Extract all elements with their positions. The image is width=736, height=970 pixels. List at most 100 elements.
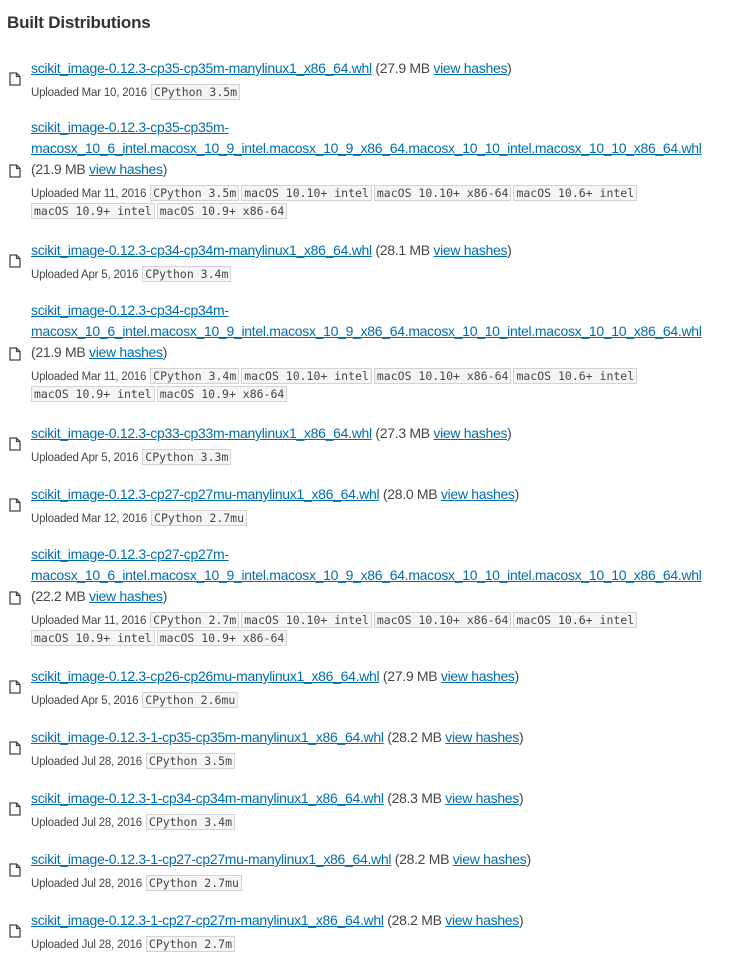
upload-meta: Uploaded Jul 28, 2016 CPython 3.5m (31, 753, 726, 771)
file-size: (27.9 MB (375, 60, 430, 76)
platform-tag: macOS 10.9+ x86-64 (156, 630, 288, 646)
platform-tag: macOS 10.9+ intel (31, 386, 155, 402)
uploaded-date: Uploaded Mar 10, 2016 (31, 87, 148, 99)
file-link[interactable]: scikit_image-0.12.3-cp34-cp34m-manylinux… (31, 242, 372, 258)
file-entry: scikit_image-0.12.3-cp27-cp27mu-manylinu… (0, 484, 736, 528)
platform-tag: macOS 10.6+ intel (513, 368, 638, 384)
file-link[interactable]: scikit_image-0.12.3-1-cp34-cp34m-manylin… (31, 790, 384, 806)
file-entry: scikit_image-0.12.3-cp33-cp33m-manylinux… (0, 423, 736, 467)
python-tag: CPython 2.7mu (151, 510, 248, 526)
upload-meta: Uploaded Mar 11, 2016 CPython 3.4m macOS 1… (31, 368, 726, 404)
built-distributions-page: { "heading": "Built Distributions", "upl… (0, 0, 736, 970)
python-tag: CPython 2.7mu (145, 875, 242, 891)
view-hashes-link[interactable]: view hashes (441, 486, 515, 502)
file-size: (28.2 MB (387, 912, 442, 928)
file-icon (9, 72, 21, 86)
file-entry: scikit_image-0.12.3-1-cp35-cp35m-manylin… (0, 727, 736, 771)
view-hashes-link[interactable]: view hashes (441, 668, 515, 684)
python-tag: CPython 2.7m (150, 612, 240, 628)
file-size: (21.9 MB (31, 344, 86, 360)
file-icon (9, 802, 21, 816)
upload-meta: Uploaded Jul 28, 2016 CPython 2.7m (31, 936, 726, 954)
file-entry: scikit_image-0.12.3-cp27-cp27m-macosx_10… (0, 544, 736, 648)
platform-tag: macOS 10.10+ intel (241, 612, 372, 628)
file-link[interactable]: scikit_image-0.12.3-cp27-cp27m-macosx_10… (31, 546, 702, 583)
view-hashes-link[interactable]: view hashes (453, 851, 527, 867)
uploaded-date: Uploaded Apr 5, 2016 (31, 269, 139, 281)
platform-tag: macOS 10.9+ intel (31, 203, 155, 219)
file-link[interactable]: scikit_image-0.12.3-cp27-cp27mu-manylinu… (31, 486, 380, 502)
upload-meta: Uploaded Apr 5, 2016 CPython 2.6mu (31, 692, 726, 710)
file-entry: scikit_image-0.12.3-1-cp27-cp27mu-manyli… (0, 849, 736, 893)
platform-tag: macOS 10.10+ x86-64 (373, 612, 512, 628)
uploaded-date: Uploaded Apr 5, 2016 (31, 452, 139, 464)
uploaded-date: Uploaded Jul 28, 2016 (31, 878, 142, 890)
view-hashes-link[interactable]: view hashes (89, 344, 163, 360)
python-tag: CPython 3.3m (142, 449, 232, 465)
view-hashes-link[interactable]: view hashes (89, 161, 163, 177)
file-size: (21.9 MB (31, 161, 86, 177)
file-entry: scikit_image-0.12.3-cp34-cp34m-manylinux… (0, 240, 736, 284)
uploaded-date: Uploaded Apr 5, 2016 (31, 695, 139, 707)
file-icon (9, 254, 21, 268)
uploaded-date: Uploaded Mar 11, 2016 (31, 188, 147, 200)
platform-tag: macOS 10.10+ x86-64 (373, 368, 512, 384)
file-size: (28.3 MB (387, 790, 442, 806)
file-entry: scikit_image-0.12.3-1-cp34-cp34m-manylin… (0, 788, 736, 832)
file-link[interactable]: scikit_image-0.12.3-cp34-cp34m-macosx_10… (31, 302, 702, 339)
python-tag: CPython 3.5m (145, 753, 235, 769)
uploaded-date: Uploaded Jul 28, 2016 (31, 817, 142, 829)
file-size: (27.3 MB (375, 425, 430, 441)
file-icon (9, 347, 21, 361)
upload-meta: Uploaded Mar 12, 2016 CPython 2.7mu (31, 510, 726, 528)
uploaded-date: Uploaded Mar 11, 2016 (31, 371, 147, 383)
file-link[interactable]: scikit_image-0.12.3-1-cp35-cp35m-manylin… (31, 729, 384, 745)
file-entry: scikit_image-0.12.3-1-cp27-cp27m-manylin… (0, 910, 736, 954)
file-icon (9, 437, 21, 451)
file-icon (9, 164, 21, 178)
view-hashes-link[interactable]: view hashes (89, 588, 163, 604)
python-tag: CPython 3.5m (150, 185, 240, 201)
platform-tag: macOS 10.6+ intel (513, 612, 638, 628)
upload-meta: Uploaded Apr 5, 2016 CPython 3.4m (31, 266, 726, 284)
file-entry: scikit_image-0.12.3-cp34-cp34m-macosx_10… (0, 300, 736, 404)
file-link[interactable]: scikit_image-0.12.3-cp26-cp26mu-manylinu… (31, 668, 380, 684)
platform-tag: macOS 10.9+ x86-64 (156, 203, 288, 219)
file-link[interactable]: scikit_image-0.12.3-cp33-cp33m-manylinux… (31, 425, 372, 441)
python-tag: CPython 3.4m (142, 266, 232, 282)
view-hashes-link[interactable]: view hashes (445, 790, 519, 806)
python-tag: CPython 2.6mu (142, 692, 239, 708)
file-icon (9, 591, 21, 605)
file-size: (28.2 MB (387, 729, 442, 745)
python-tag: CPython 3.4m (150, 368, 240, 384)
uploaded-date: Uploaded Jul 28, 2016 (31, 756, 142, 768)
platform-tag: macOS 10.9+ x86-64 (156, 386, 288, 402)
file-entry: scikit_image-0.12.3-cp26-cp26mu-manylinu… (0, 666, 736, 710)
file-size: (22.2 MB (31, 588, 86, 604)
platform-tag: macOS 10.6+ intel (513, 185, 638, 201)
view-hashes-link[interactable]: view hashes (433, 60, 507, 76)
file-size: (28.1 MB (375, 242, 430, 258)
file-size: (28.0 MB (382, 486, 438, 502)
file-link[interactable]: scikit_image-0.12.3-cp35-cp35m-manylinux… (31, 60, 372, 76)
python-tag: CPython 3.5m (151, 84, 241, 100)
file-size: (27.9 MB (382, 668, 438, 684)
platform-tag: macOS 10.9+ intel (31, 630, 155, 646)
file-link[interactable]: scikit_image-0.12.3-1-cp27-cp27mu-manyli… (31, 851, 391, 867)
file-link[interactable]: scikit_image-0.12.3-1-cp27-cp27m-manylin… (31, 912, 384, 928)
view-hashes-link[interactable]: view hashes (445, 912, 519, 928)
view-hashes-link[interactable]: view hashes (433, 425, 507, 441)
uploaded-date: Uploaded Jul 28, 2016 (31, 939, 142, 951)
view-hashes-link[interactable]: view hashes (433, 242, 507, 258)
file-icon (9, 498, 21, 512)
upload-meta: Uploaded Mar 11, 2016 CPython 2.7m macOS 1… (31, 612, 726, 648)
file-icon (9, 680, 21, 694)
platform-tag: macOS 10.10+ x86-64 (373, 185, 512, 201)
platform-tag: macOS 10.10+ intel (241, 368, 372, 384)
file-entry: scikit_image-0.12.3-cp35-cp35m-macosx_10… (0, 117, 736, 221)
upload-meta: Uploaded Jul 28, 2016 CPython 2.7mu (31, 875, 726, 893)
file-link[interactable]: scikit_image-0.12.3-cp35-cp35m-macosx_10… (31, 119, 702, 156)
view-hashes-link[interactable]: view hashes (445, 729, 519, 745)
file-icon (9, 924, 21, 938)
file-icon (9, 741, 21, 755)
